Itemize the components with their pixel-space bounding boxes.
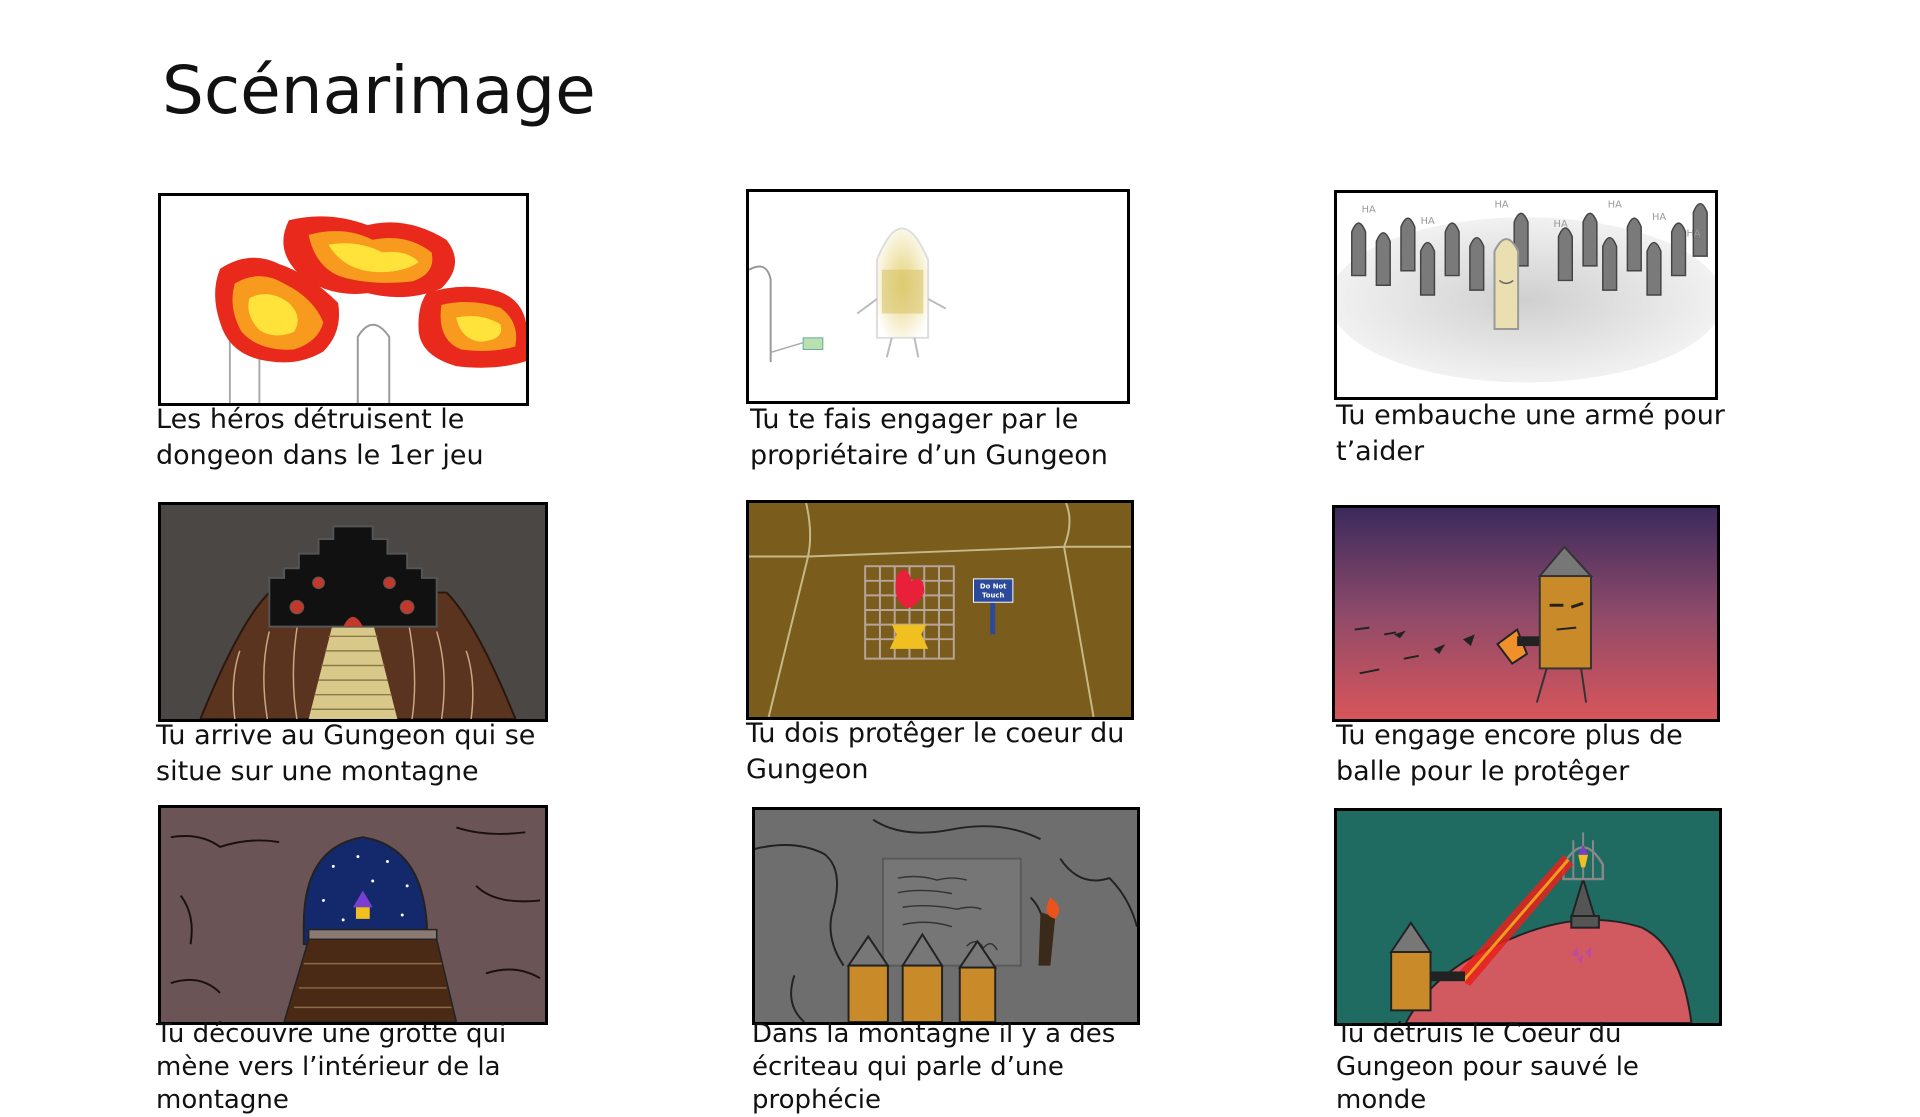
prophecy-wall-drawing (755, 810, 1137, 1022)
panel-6-caption: Tu engage encore plus de balle pour le p… (1336, 720, 1683, 787)
heart-room-drawing: Do Not Touch (749, 503, 1131, 717)
laugh-text-7: HA (1686, 229, 1700, 240)
panel-3-hire-army: HA HA HA HA HA HA HA (1334, 190, 1718, 400)
panel-4-arrive-gungeon (158, 502, 548, 722)
cave-drawing (161, 808, 545, 1022)
destroy-heart-drawing (1337, 811, 1719, 1023)
panel-6-hire-more-bullets (1332, 505, 1720, 722)
panel-8-caption: Dans la montagne il y a des écriteau qui… (752, 1019, 1116, 1115)
panel-8-prophecy-writings (752, 807, 1140, 1025)
panel-1-heroes-destroy-dungeon (158, 193, 529, 406)
panel-5-protect-heart: Do Not Touch (746, 500, 1134, 720)
laugh-text-1: HA (1362, 204, 1376, 215)
fire-drawing (161, 196, 526, 403)
panel-4-caption: Tu arrive au Gungeon qui se situe sur un… (156, 720, 536, 787)
sign-line-2: Touch (982, 591, 1005, 599)
panel-9-caption: Tu détruis le Coeur du Gungeon pour sauv… (1336, 1019, 1639, 1115)
page-title: Scénarimage (162, 52, 596, 129)
panel-2-hired-by-owner (746, 189, 1130, 404)
panel-2-caption: Tu te fais engager par le propriétaire d… (750, 404, 1108, 471)
laugh-text-4: HA (1554, 219, 1568, 230)
army-drawing: HA HA HA HA HA HA HA (1337, 193, 1715, 397)
panel-3-caption: Tu embauche une armé pour t’aider (1336, 400, 1725, 467)
castle-drawing (161, 505, 545, 719)
panel-7-discover-cave (158, 805, 548, 1025)
sunset-shooter-drawing (1335, 508, 1717, 719)
laugh-text-5: HA (1608, 200, 1622, 211)
panel-1-caption: Les héros détruisent le dongeon dans le … (156, 404, 484, 471)
bullet-hire-drawing (749, 192, 1127, 401)
sign-line-1: Do Not (980, 583, 1007, 591)
panel-5-caption: Tu dois protêger le coeur du Gungeon (746, 718, 1125, 785)
laugh-text-6: HA (1652, 212, 1666, 223)
laugh-text-2: HA (1421, 216, 1435, 227)
panel-7-caption: Tu découvre une grotte qui mène vers l’i… (156, 1019, 507, 1115)
panel-9-destroy-heart (1334, 808, 1722, 1026)
laugh-text-3: HA (1495, 200, 1509, 211)
